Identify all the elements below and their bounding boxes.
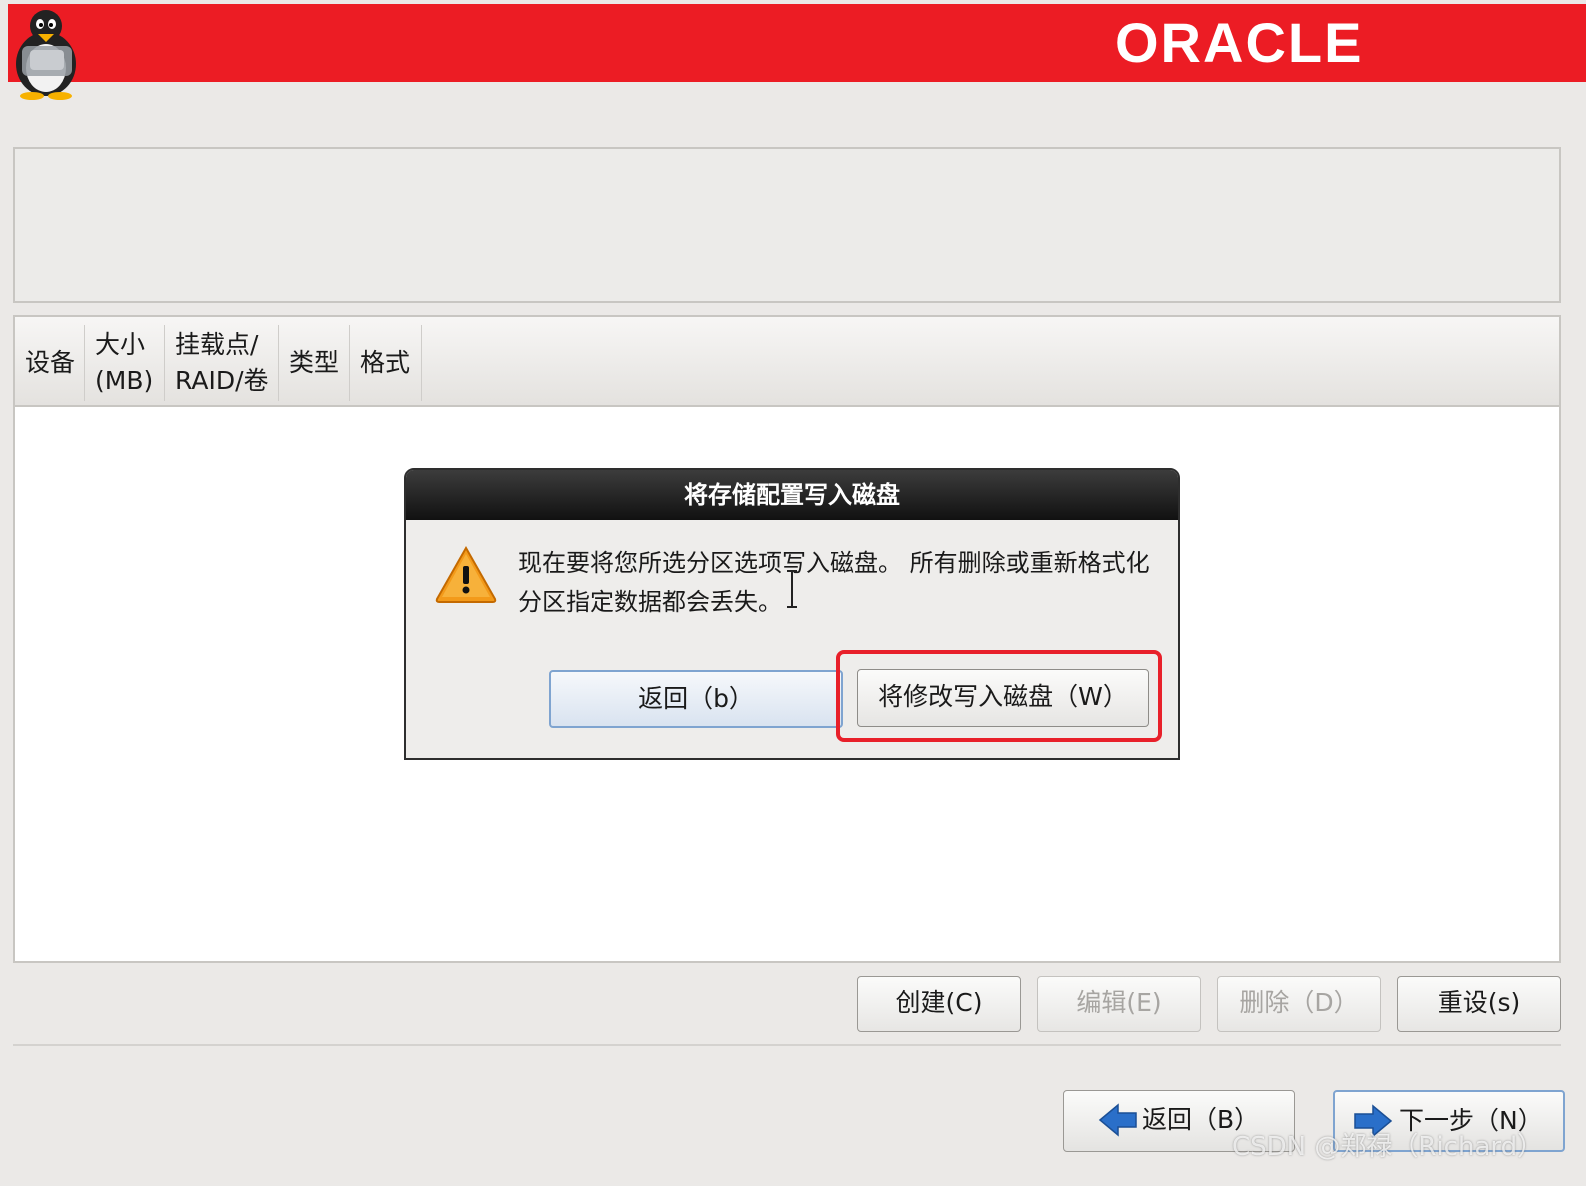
- svg-text:ORACLE: ORACLE: [1115, 14, 1363, 70]
- tux-penguin-logo: [16, 10, 76, 100]
- dialog-back-button[interactable]: 返回（b）: [549, 670, 843, 728]
- create-button[interactable]: 创建(C): [857, 976, 1021, 1032]
- oracle-logo: ORACLE: [1115, 14, 1363, 70]
- drive-info-panel: [13, 147, 1561, 303]
- column-header-device[interactable]: 设备: [15, 325, 85, 401]
- dialog-message: 现在要将您所选分区选项写入磁盘。 所有删除或重新格式化分区指定数据都会丢失。: [518, 549, 1150, 616]
- dialog-title: 将存储配置写入磁盘: [406, 470, 1178, 520]
- watermark: CSDN @郑禄（Richard）: [1232, 1132, 1544, 1162]
- table-header: 设备 大小 (MB) 挂载点/ RAID/卷 类型 格式: [15, 317, 1559, 407]
- arrow-left-icon: [1098, 1103, 1137, 1137]
- column-header-format[interactable]: 格式: [350, 325, 422, 401]
- column-header-size[interactable]: 大小 (MB): [85, 325, 165, 401]
- warning-icon: [435, 545, 497, 603]
- edit-button[interactable]: 编辑(E): [1037, 976, 1201, 1032]
- delete-button[interactable]: 删除（D）: [1217, 976, 1381, 1032]
- column-header-mount-point[interactable]: 挂载点/ RAID/卷: [165, 325, 279, 401]
- footer-divider: [13, 1044, 1561, 1046]
- text-cursor-icon: [787, 570, 797, 608]
- reset-button[interactable]: 重设(s): [1397, 976, 1561, 1032]
- column-header-type[interactable]: 类型: [279, 325, 350, 401]
- annotation-highlight: [836, 650, 1162, 742]
